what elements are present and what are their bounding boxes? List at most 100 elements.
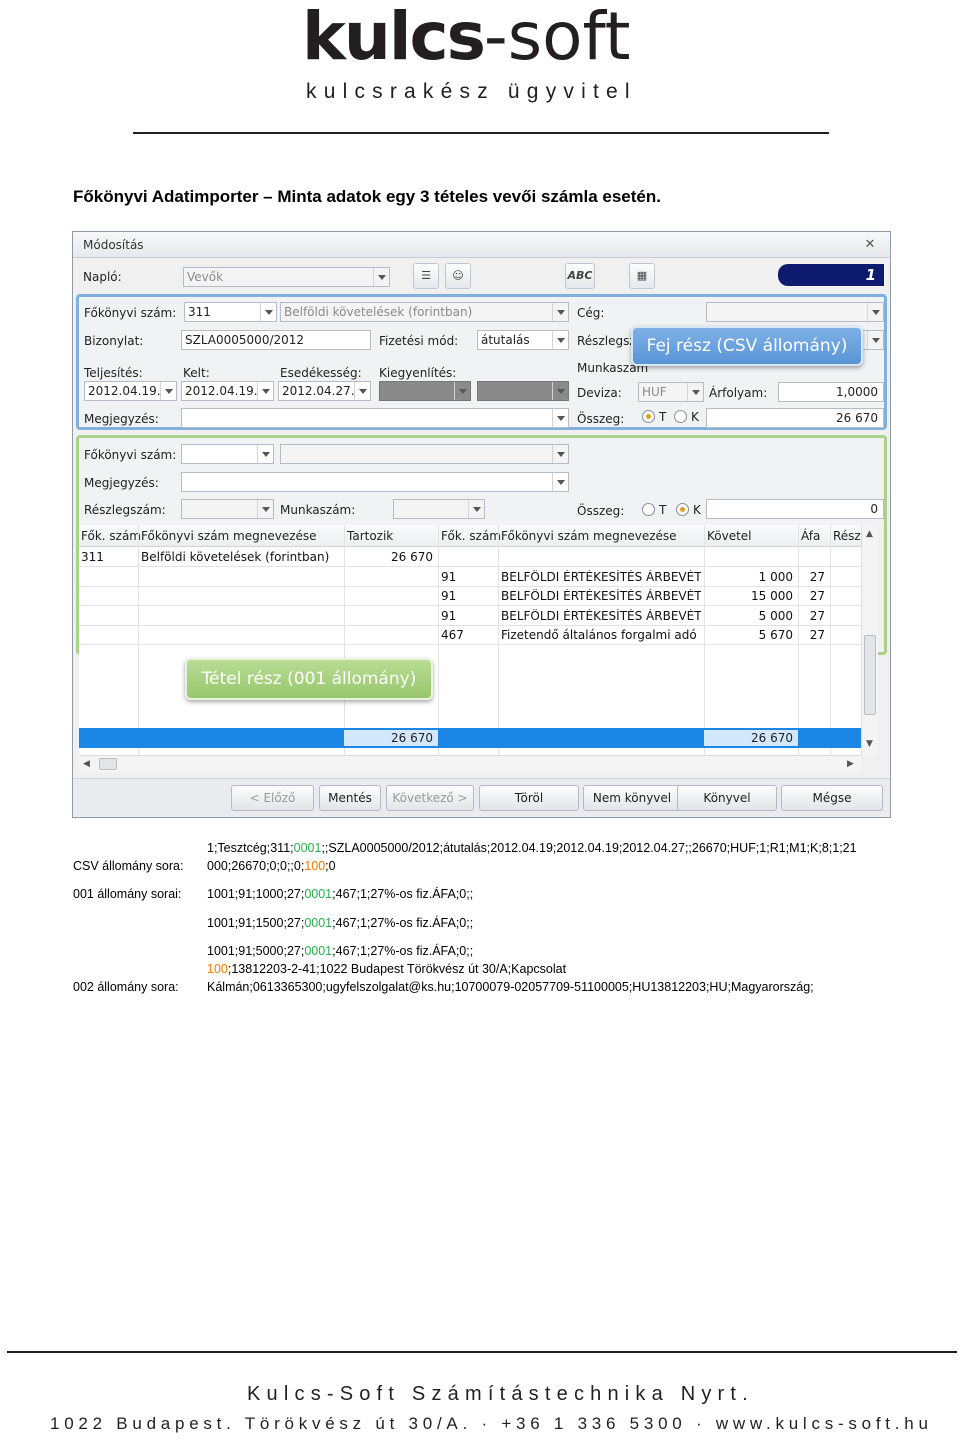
issue-date-select[interactable]: 2012.04.19. [181,381,274,401]
grid-header: Fők. szám Főkönyvi szám megnevezése Tart… [79,525,861,547]
column-header[interactable]: Tartozik [347,529,393,543]
item-ledger-name-select[interactable] [280,444,569,464]
scroll-thumb[interactable] [864,635,876,715]
table-row[interactable]: 91 BELFÖLDI ÉRTÉKESÍTÉS ÁRBEVÉTELE 1 000 27 [79,567,861,587]
table-row[interactable]: 91 BELFÖLDI ÉRTÉKESÍTÉS ÁRBEVÉTELE 5 000 27 [79,606,861,626]
spellcheck-button[interactable]: ABC [565,263,595,289]
fulfillment-date-value: 2012.04.19. [88,384,161,398]
chevron-down-icon [354,382,370,400]
calendar-icon[interactable]: ▦ [629,263,655,289]
horizontal-scrollbar[interactable]: ◀ ▶ [79,755,861,772]
post-button[interactable]: Könyvel [677,785,777,811]
cancel-button[interactable]: Mégse [781,785,883,811]
amount-input[interactable]: 26 670 [706,408,884,428]
item-credit-radio[interactable] [676,503,689,516]
total-debit: 26 670 [344,730,438,746]
hscroll-thumb[interactable] [99,758,117,770]
column-header[interactable]: Fők. szám [441,529,501,543]
logo-wordmark: kulcs-soft [302,0,631,75]
column-header[interactable]: Főkönyvi szám megnevezése [141,529,317,543]
close-icon[interactable]: ✕ [862,237,878,253]
csv-line-1: 1;Tesztcég;311;0001;;SZLA0005000/2012;át… [207,841,857,855]
scroll-right-icon[interactable]: ▶ [847,759,854,769]
ledger-number-select[interactable]: 311 [184,302,277,322]
item-callout: Tétel rész (001 állomány) [185,658,433,700]
dialog-titlebar: Módosítás ✕ [73,232,890,258]
grid-total-row[interactable]: 26 670 26 670 [79,728,861,748]
settlement-select-2[interactable] [477,381,569,401]
scroll-up-icon[interactable]: ▲ [866,529,873,539]
fulfillment-label: Teljesítés: [84,366,143,380]
settlement-select-1[interactable] [379,381,471,401]
chevron-down-icon [552,473,568,491]
item-amount-input[interactable]: 0 [706,499,884,519]
delete-button[interactable]: Töröl [479,785,579,811]
item-ledger-select[interactable] [181,444,274,464]
file-001-line: 1001;91;1000;27;0001;467;1;27%-os fiz.ÁF… [207,887,474,901]
logo-tagline: kulcsrakész ügyvitel [306,80,637,103]
previous-button[interactable]: < Előző [231,785,314,811]
column-header[interactable]: Fők. szám [81,529,141,543]
chevron-down-icon [160,382,176,400]
ledger-name-select[interactable]: Belföldi követelések (forintban) [280,302,569,322]
vertical-scrollbar[interactable]: ▲ ▼ [861,525,878,755]
scroll-down-icon[interactable]: ▼ [866,739,873,749]
column-header[interactable]: Rész [833,529,861,543]
exchange-rate-input[interactable]: 1,0000 [778,382,884,402]
chevron-down-icon [867,303,883,321]
item-debit-radio-label: T [659,503,667,517]
table-row[interactable]: 467 Fizetendő általános forgalmi adó 5 670… [79,625,861,646]
company-select[interactable] [706,302,884,322]
ledger-number-value: 311 [188,305,211,319]
currency-select[interactable]: HUF [638,382,704,402]
table-cell: 91 [441,589,457,604]
issue-date-label: Kelt: [183,366,210,380]
journal-select[interactable]: Vevők [183,267,390,287]
voucher-input[interactable]: SZLA0005000/2012 [181,330,371,350]
file-001-line: 1001;91;5000;27;0001;467;1;27%-os fiz.ÁF… [207,944,474,958]
table-cell: 27 [809,628,825,643]
column-header[interactable]: Főkönyvi szám megnevezése [501,529,677,543]
table-cell: 15 000 [751,589,793,604]
payment-method-select[interactable]: átutalás [477,330,569,350]
document-title: Főkönyvi Adatimporter – Minta adatok egy… [73,187,661,206]
voucher-value: SZLA0005000/2012 [185,333,305,347]
file-001-line: 1001;91;1500;27;0001;467;1;27%-os fiz.ÁF… [207,916,474,930]
currency-value: HUF [642,385,667,399]
column-header[interactable]: Követel [707,529,752,543]
scroll-left-icon[interactable]: ◀ [83,759,90,769]
amount-value: 26 670 [836,411,878,425]
do-not-post-button[interactable]: Nem könyvel [583,785,681,811]
table-cell: Fizetendő általános forgalmi adó [501,628,697,643]
total-credit: 26 670 [704,730,798,746]
chevron-down-icon [552,382,568,400]
credit-radio[interactable] [674,410,687,423]
dialog-button-bar: < Előző Mentés Következő > Töröl Nem kön… [73,778,890,816]
currency-label: Deviza: [577,386,622,400]
csv-line-2: 000;26670;0;0;;0;100;0 [207,859,336,873]
user-icon[interactable]: ☺ [445,263,471,289]
table-row[interactable]: 91 BELFÖLDI ÉRTÉKESÍTÉS ÁRBEVÉTELE 15 000 2… [79,586,861,607]
table-cell: 1 000 [758,569,793,584]
table-cell: 5 670 [758,628,793,643]
item-ledger-label: Főkönyvi szám: [84,448,177,462]
column-header[interactable]: Áfa [801,529,820,543]
next-button[interactable]: Következő > [386,785,474,811]
chevron-down-icon [257,382,273,400]
item-debit-radio[interactable] [642,503,655,516]
due-date-select[interactable]: 2012.04.27. [278,381,371,401]
list-icon[interactable]: ☰ [413,263,439,289]
note-select[interactable] [181,408,569,428]
item-department-select[interactable] [181,499,274,519]
item-work-number-select[interactable] [393,499,485,519]
save-button[interactable]: Mentés [319,785,381,811]
csv-label: CSV állomány sora: [73,859,184,873]
ledger-number-label: Főkönyvi szám: [84,306,177,320]
file-002-label: 002 állomány sora: [73,980,179,994]
table-cell: 91 [441,608,457,623]
table-row[interactable]: 311 Belföldi követelések (forintban) 26 67… [79,547,861,567]
fulfillment-date-select[interactable]: 2012.04.19. [84,381,177,401]
debit-radio[interactable] [642,410,655,423]
item-note-select[interactable] [181,472,569,492]
table-cell: 27 [809,608,825,623]
